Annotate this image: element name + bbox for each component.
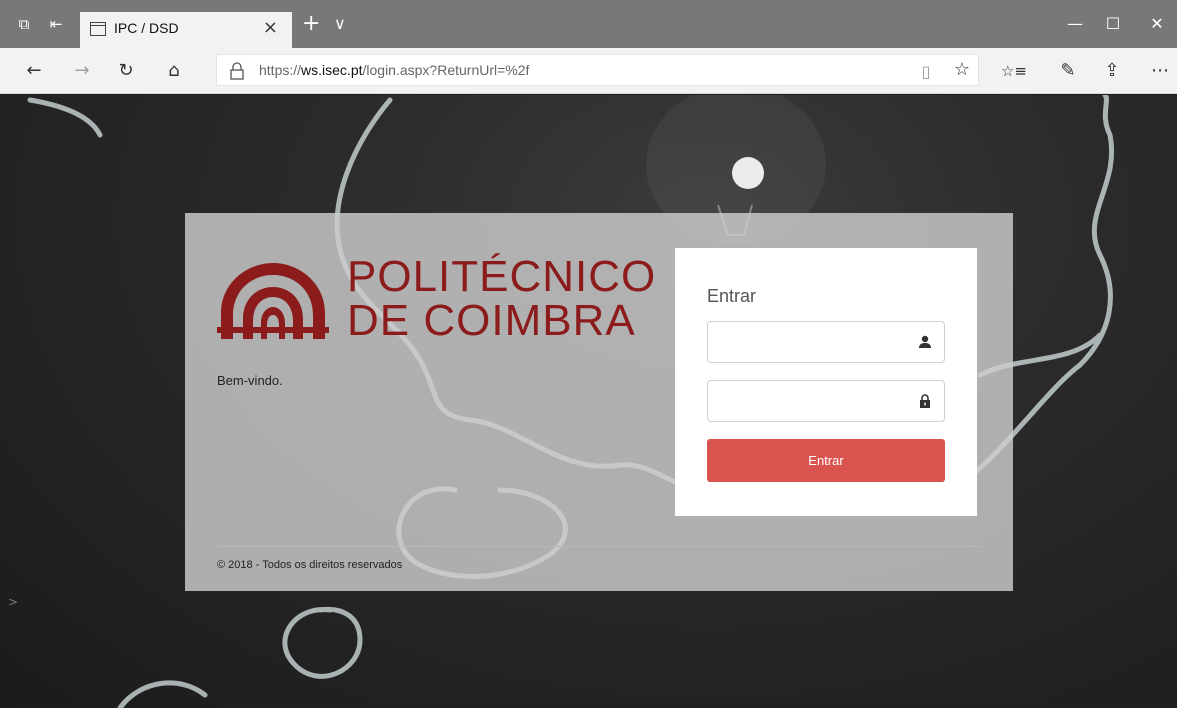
tab-title: IPC / DSD bbox=[114, 20, 179, 36]
more-icon[interactable]: ⋯ bbox=[1146, 57, 1174, 85]
back-icon[interactable]: ← bbox=[20, 57, 48, 85]
page-favicon-icon bbox=[90, 22, 106, 36]
page-viewport: POLITÉCNICO DE COIMBRA Bem-vindo. Entrar bbox=[0, 95, 1177, 708]
title-bar: ⧉ ⇤ IPC / DSD × + ∨ — ☐ ✕ bbox=[0, 0, 1177, 48]
username-input[interactable] bbox=[708, 322, 908, 362]
address-bar[interactable]: https://ws.isec.pt/login.aspx?ReturnUrl=… bbox=[216, 54, 979, 86]
lock-icon bbox=[230, 62, 244, 80]
lock-icon bbox=[920, 394, 930, 408]
forward-icon[interactable]: → bbox=[68, 57, 96, 85]
welcome-text: Bem-vindo. bbox=[217, 373, 283, 388]
url-path: /login.aspx?ReturnUrl=%2f bbox=[362, 62, 530, 78]
user-icon bbox=[919, 335, 931, 348]
tab-close-icon[interactable]: × bbox=[263, 18, 278, 38]
login-title: Entrar bbox=[707, 286, 757, 306]
username-field[interactable] bbox=[707, 321, 945, 363]
navigation-bar: ← → ↻ ⌂ https://ws.isec.pt/login.aspx?Re… bbox=[0, 48, 1177, 94]
login-form: Entrar Entrar bbox=[675, 248, 977, 516]
new-tab-icon[interactable]: + bbox=[302, 13, 320, 35]
tab-preview-icon[interactable]: ⇤ bbox=[44, 14, 68, 34]
reading-view-icon[interactable]: ▯ bbox=[915, 62, 937, 81]
share-icon[interactable]: ⇪ bbox=[1098, 57, 1126, 85]
copyright-text: © 2018 - Todos os direitos reservados bbox=[217, 559, 403, 571]
side-arrow-icon: > bbox=[8, 595, 19, 609]
web-notes-icon[interactable]: ✎ bbox=[1054, 57, 1082, 85]
home-icon[interactable]: ⌂ bbox=[160, 57, 188, 85]
refresh-icon[interactable]: ↻ bbox=[112, 57, 140, 85]
logo-line-1: POLITÉCNICO bbox=[347, 252, 657, 301]
favorite-star-icon[interactable]: ☆ bbox=[951, 59, 973, 81]
password-field[interactable] bbox=[707, 380, 945, 422]
tab-list-chevron-icon[interactable]: ∨ bbox=[334, 14, 346, 34]
url-text[interactable]: https://ws.isec.pt/login.aspx?ReturnUrl=… bbox=[259, 62, 529, 78]
footer-divider bbox=[217, 546, 981, 547]
tab-active[interactable]: IPC / DSD × bbox=[80, 12, 292, 48]
login-panel: POLITÉCNICO DE COIMBRA Bem-vindo. Entrar bbox=[185, 213, 1013, 591]
politecnico-logo-wordmark: POLITÉCNICO DE COIMBRA bbox=[347, 255, 656, 343]
maximize-icon[interactable]: ☐ bbox=[1095, 12, 1131, 36]
logo-line-2: DE COIMBRA bbox=[347, 296, 636, 345]
politecnico-logo-icon bbox=[217, 263, 329, 339]
close-window-icon[interactable]: ✕ bbox=[1139, 12, 1175, 36]
url-scheme: https:// bbox=[259, 62, 302, 78]
favorites-hub-icon[interactable]: ☆≡ bbox=[1000, 57, 1028, 85]
minimize-icon[interactable]: — bbox=[1057, 12, 1093, 36]
url-host: ws.isec.pt bbox=[301, 62, 363, 78]
login-submit-button[interactable]: Entrar bbox=[707, 439, 945, 482]
set-aside-tabs-icon[interactable]: ⧉ bbox=[12, 14, 36, 34]
password-input[interactable] bbox=[708, 381, 908, 421]
